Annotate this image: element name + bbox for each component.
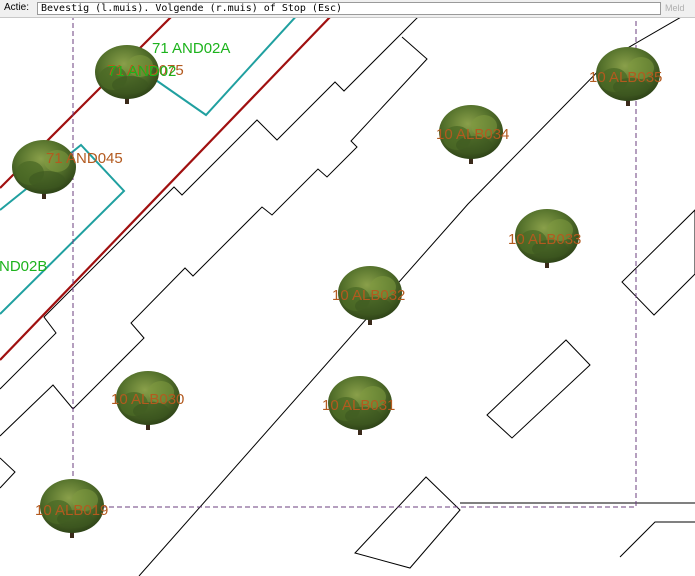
- tree-labels: 71 AND075 71 AND045 10 ALB035 10 ALB034 …: [35, 62, 662, 519]
- command-bar: Actie: Bevestig (l.muis). Volgende (r.mu…: [0, 0, 695, 18]
- parcel-label: 71 AND02: [108, 63, 176, 80]
- tree-icon[interactable]: [12, 140, 76, 199]
- map-canvas[interactable]: 71 AND075 71 AND045 10 ALB035 10 ALB034 …: [0, 18, 695, 576]
- tree-label: 10 ALB033: [508, 231, 581, 248]
- tree-label: 10 ALB030: [111, 391, 184, 408]
- command-prompt-field[interactable]: Bevestig (l.muis). Volgende (r.muis) of …: [37, 2, 661, 15]
- parcel-label: ND02B: [0, 258, 47, 275]
- parcel-label: 71 AND02A: [152, 40, 230, 57]
- tree-label: 10 ALB031: [322, 397, 395, 414]
- tree-label: 10 ALB035: [589, 69, 662, 86]
- command-label: Actie:: [4, 2, 30, 13]
- tree-label: 10 ALB034: [436, 126, 509, 143]
- tree-label: 10 ALB019: [35, 502, 108, 519]
- tree-label: 71 AND045: [46, 150, 123, 167]
- tree-label: 10 ALB032: [332, 287, 405, 304]
- command-bar-extra: Meld: [665, 3, 685, 13]
